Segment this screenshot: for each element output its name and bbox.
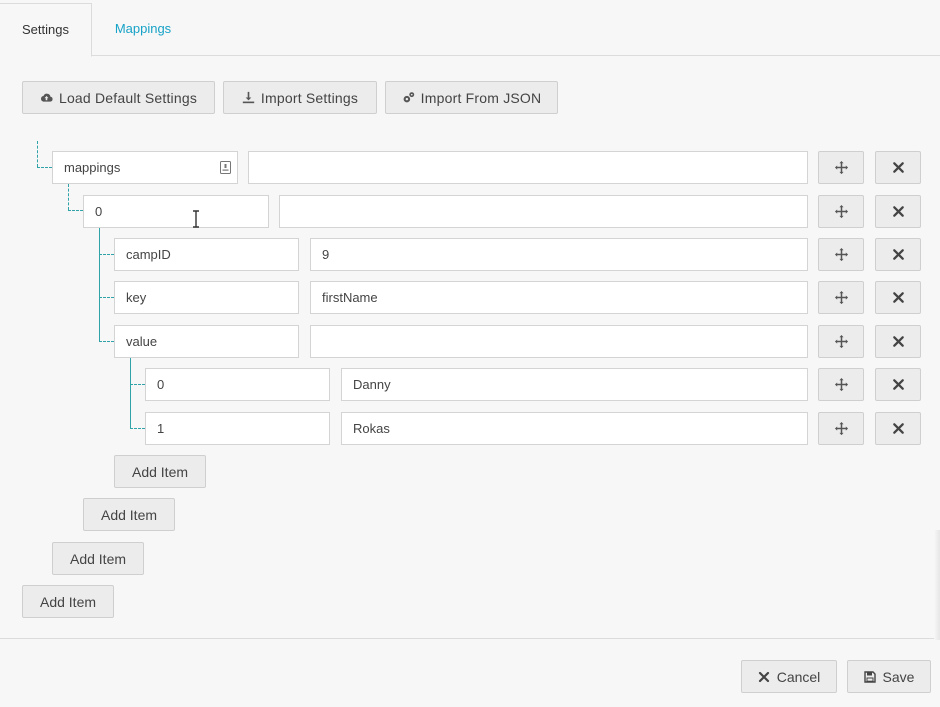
move-icon bbox=[834, 290, 848, 305]
value-field-value[interactable] bbox=[310, 325, 808, 358]
add-item-button-0[interactable]: Add Item bbox=[83, 498, 175, 531]
close-icon bbox=[758, 671, 769, 682]
scroll-edge bbox=[934, 530, 940, 640]
cancel-button[interactable]: Cancel bbox=[741, 660, 837, 693]
import-settings-label: Import Settings bbox=[260, 89, 359, 106]
save-label: Save bbox=[882, 668, 915, 685]
close-icon bbox=[892, 292, 904, 303]
add-item-button-value[interactable]: Add Item bbox=[114, 455, 206, 488]
delete-row-button[interactable] bbox=[875, 412, 921, 445]
download-icon bbox=[242, 91, 255, 104]
cloud-upload-icon bbox=[40, 93, 53, 102]
key-field-item-1[interactable]: 1 bbox=[145, 412, 330, 445]
close-icon bbox=[892, 423, 904, 434]
import-from-json-label: Import From JSON bbox=[420, 89, 542, 106]
text-editor-icon[interactable] bbox=[220, 161, 231, 174]
close-icon bbox=[892, 206, 904, 217]
tree-connector bbox=[68, 210, 83, 211]
tab-settings[interactable]: Settings bbox=[0, 3, 92, 57]
tree-connector bbox=[130, 384, 145, 385]
move-icon bbox=[834, 247, 848, 262]
key-field-item-0[interactable]: 0 bbox=[145, 368, 330, 401]
tree-connector bbox=[130, 357, 131, 428]
move-icon bbox=[834, 421, 848, 436]
import-from-json-button[interactable]: Import From JSON bbox=[385, 81, 558, 114]
tab-bar: Settings Mappings bbox=[0, 0, 940, 57]
close-icon bbox=[892, 336, 904, 347]
cancel-label: Cancel bbox=[776, 668, 821, 685]
key-field-campid[interactable]: campID bbox=[114, 238, 299, 271]
key-field-value[interactable]: value bbox=[114, 325, 299, 358]
tree-connector bbox=[68, 184, 69, 210]
key-field-key[interactable]: key bbox=[114, 281, 299, 314]
move-row-button[interactable] bbox=[818, 238, 864, 271]
value-field-item-1[interactable]: Rokas bbox=[341, 412, 808, 445]
delete-row-button[interactable] bbox=[875, 325, 921, 358]
tree-connector bbox=[99, 341, 114, 342]
tree-connector bbox=[99, 297, 114, 298]
save-icon bbox=[863, 670, 876, 683]
add-item-button-root[interactable]: Add Item bbox=[22, 585, 114, 618]
delete-row-button[interactable] bbox=[875, 151, 921, 184]
load-default-settings-label: Load Default Settings bbox=[58, 89, 198, 106]
delete-row-button[interactable] bbox=[875, 281, 921, 314]
tree-connector bbox=[37, 167, 52, 168]
move-row-button[interactable] bbox=[818, 195, 864, 228]
load-default-settings-button[interactable]: Load Default Settings bbox=[22, 81, 215, 114]
key-field-mappings[interactable]: mappings bbox=[52, 151, 238, 184]
tree-connector bbox=[99, 254, 114, 255]
move-row-button[interactable] bbox=[818, 281, 864, 314]
add-item-button-mappings[interactable]: Add Item bbox=[52, 542, 144, 575]
gears-icon bbox=[403, 92, 414, 103]
move-row-button[interactable] bbox=[818, 368, 864, 401]
move-icon bbox=[834, 334, 848, 349]
delete-row-button[interactable] bbox=[875, 368, 921, 401]
close-icon bbox=[892, 162, 904, 173]
delete-row-button[interactable] bbox=[875, 238, 921, 271]
tree-connector bbox=[37, 141, 38, 167]
key-field-text: mappings bbox=[64, 160, 121, 175]
save-button[interactable]: Save bbox=[847, 660, 931, 693]
move-icon bbox=[834, 377, 848, 392]
value-field-0[interactable] bbox=[279, 195, 808, 228]
delete-row-button[interactable] bbox=[875, 195, 921, 228]
tab-mappings[interactable]: Mappings bbox=[92, 3, 194, 57]
move-row-button[interactable] bbox=[818, 325, 864, 358]
close-icon bbox=[892, 379, 904, 390]
move-icon bbox=[834, 160, 848, 175]
value-field-mappings[interactable] bbox=[248, 151, 808, 184]
tree-connector bbox=[99, 227, 100, 341]
tree-connector bbox=[130, 428, 145, 429]
text-cursor-icon bbox=[193, 210, 199, 228]
move-row-button[interactable] bbox=[818, 151, 864, 184]
close-icon bbox=[892, 249, 904, 260]
value-field-campid[interactable]: 9 bbox=[310, 238, 808, 271]
value-field-key[interactable]: firstName bbox=[310, 281, 808, 314]
key-field-0[interactable]: 0 bbox=[83, 195, 269, 228]
move-row-button[interactable] bbox=[818, 412, 864, 445]
footer-divider bbox=[0, 638, 940, 639]
move-icon bbox=[834, 204, 848, 219]
value-field-item-0[interactable]: Danny bbox=[341, 368, 808, 401]
import-settings-button[interactable]: Import Settings bbox=[223, 81, 377, 114]
